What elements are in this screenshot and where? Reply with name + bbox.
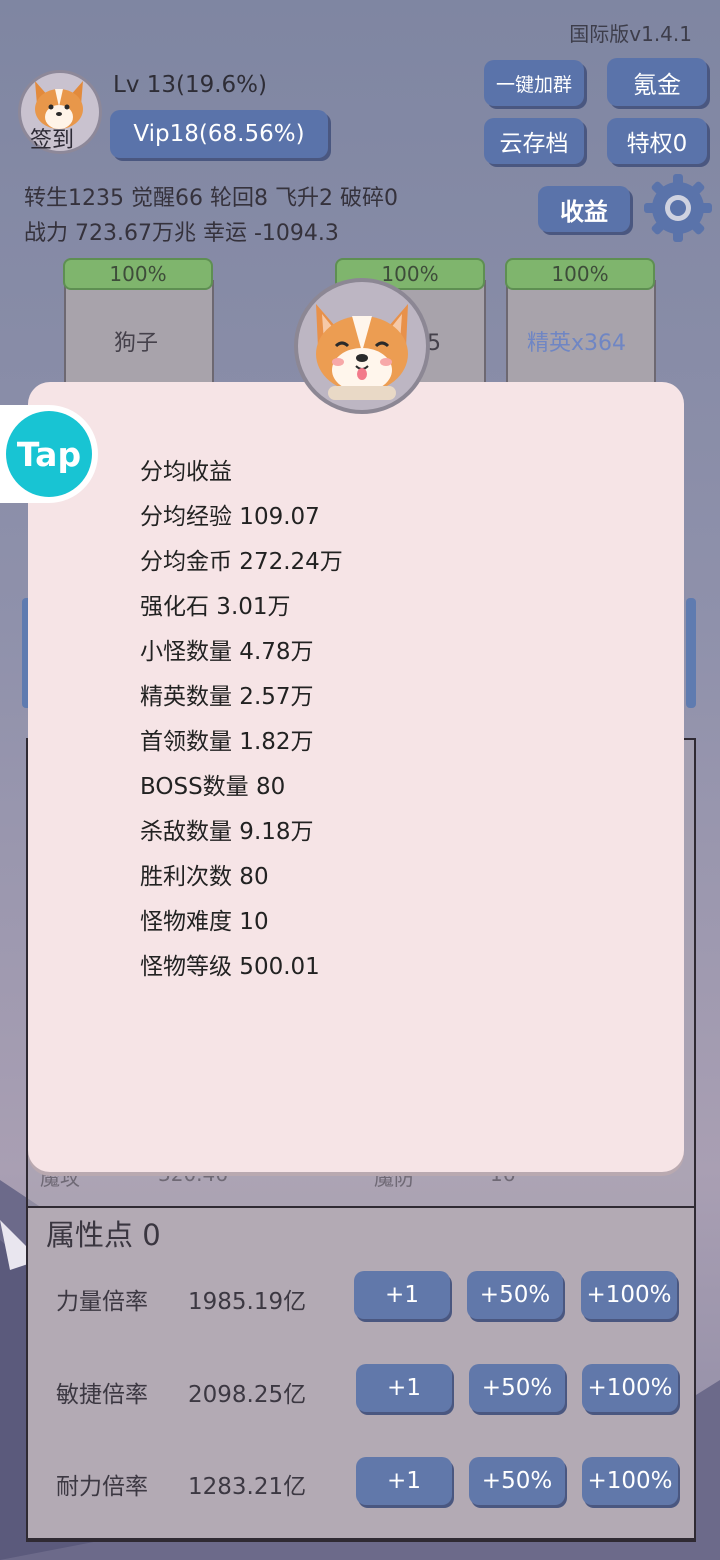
- modal-line: 精英数量 2.57万: [140, 684, 314, 710]
- attribute-points-title: 属性点 0: [46, 1218, 161, 1252]
- agility-multiplier-value: 2098.25亿: [188, 1382, 307, 1408]
- tab-label-dog: 狗子: [114, 331, 159, 356]
- modal-line: 怪物等级 500.01: [140, 954, 320, 980]
- stamina-plus-100-button[interactable]: +100%: [582, 1457, 678, 1505]
- tap-badge[interactable]: Tap: [0, 405, 98, 503]
- modal-line: BOSS数量 80: [140, 774, 286, 800]
- agility-plus-1-button[interactable]: +1: [356, 1364, 452, 1412]
- privilege-button[interactable]: 特权0: [607, 118, 707, 164]
- modal-line: 胜利次数 80: [140, 864, 269, 890]
- modal-title: 分均收益: [140, 459, 232, 485]
- agility-plus-50-button[interactable]: +50%: [469, 1364, 565, 1412]
- modal-line: 首领数量 1.82万: [140, 729, 314, 755]
- level-label: Lv 13(19.6%): [113, 72, 268, 98]
- strength-plus-50-button[interactable]: +50%: [467, 1271, 563, 1319]
- stamina-plus-50-button[interactable]: +50%: [469, 1457, 565, 1505]
- stamina-multiplier-label: 耐力倍率: [56, 1474, 148, 1500]
- strength-multiplier-label: 力量倍率: [56, 1289, 148, 1315]
- strength-plus-1-button[interactable]: +1: [354, 1271, 450, 1319]
- modal-line: 小怪数量 4.78万: [140, 639, 314, 665]
- corgi-avatar: [294, 278, 430, 414]
- strength-plus-100-button[interactable]: +100%: [581, 1271, 677, 1319]
- tab-progress-elite: 100%: [505, 258, 655, 290]
- tab-label-elite: 精英x364: [527, 331, 627, 356]
- modal-line: 分均金币 272.24万: [140, 549, 343, 575]
- modal-line: 杀敌数量 9.18万: [140, 819, 314, 845]
- modal-line: 怪物难度 10: [140, 909, 269, 935]
- side-tab-right: [686, 598, 696, 708]
- gear-icon[interactable]: [640, 170, 716, 246]
- tap-logo-icon: Tap: [6, 411, 92, 497]
- modal-line: 强化石 3.01万: [140, 594, 291, 620]
- agility-multiplier-label: 敏捷倍率: [56, 1382, 148, 1408]
- power-luck-stats: 战力 723.67万兆 幸运 -1094.3: [24, 221, 339, 246]
- income-button[interactable]: 收益: [538, 186, 630, 232]
- agility-plus-100-button[interactable]: +100%: [582, 1364, 678, 1412]
- recharge-button[interactable]: 氪金: [607, 58, 707, 106]
- stamina-multiplier-value: 1283.21亿: [188, 1474, 307, 1500]
- corgi-icon: [316, 304, 408, 400]
- cloud-save-button[interactable]: 云存档: [484, 118, 584, 164]
- strength-multiplier-value: 1985.19亿: [188, 1289, 307, 1315]
- rebirth-stats: 转生1235 觉醒66 轮回8 飞升2 破碎0: [24, 186, 398, 211]
- checkin-label[interactable]: 签到: [30, 122, 74, 154]
- join-group-button[interactable]: 一键加群: [484, 60, 584, 106]
- vip-button[interactable]: Vip18(68.56%): [110, 110, 328, 158]
- tab-progress-dog: 100%: [63, 258, 213, 290]
- stamina-plus-1-button[interactable]: +1: [356, 1457, 452, 1505]
- version-label: 国际版v1.4.1: [569, 22, 692, 46]
- modal-line: 分均经验 109.07: [140, 504, 320, 530]
- income-modal: 分均收益 分均经验 109.07 分均金币 272.24万 强化石 3.01万 …: [28, 382, 684, 1172]
